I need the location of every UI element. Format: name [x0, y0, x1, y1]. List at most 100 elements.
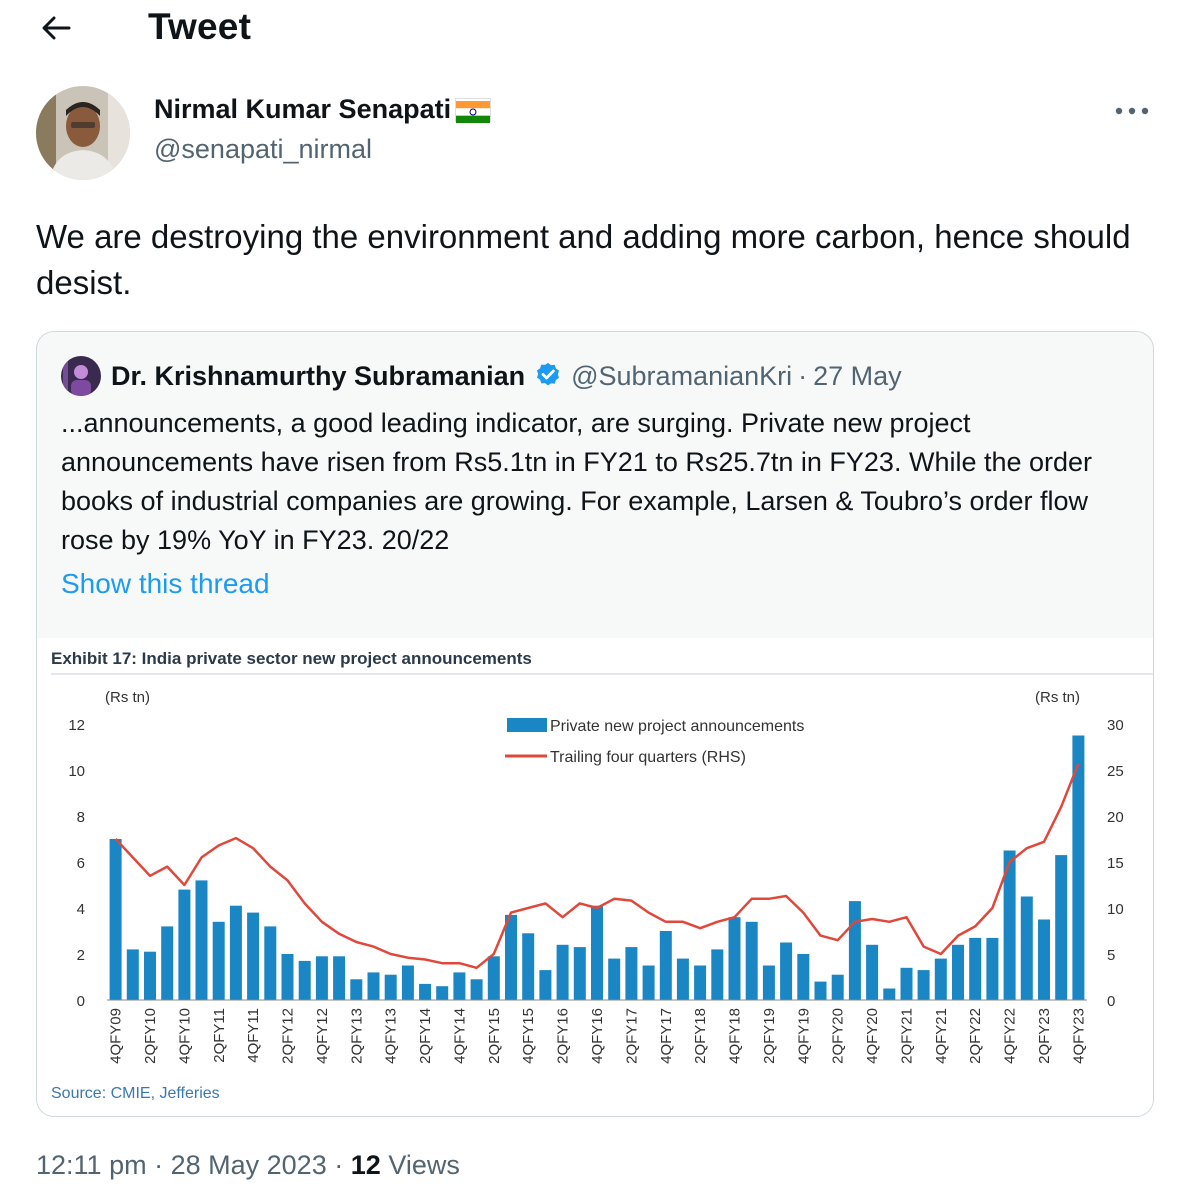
quote-header: Dr. Krishnamurthy Subramanian @Subramani… — [61, 354, 902, 398]
author-name[interactable]: Nirmal Kumar Senapati — [154, 94, 492, 125]
chart-bar — [247, 912, 260, 1000]
y2-tick-label: 0 — [1107, 993, 1115, 1010]
x-tick-label: 4QFY14 — [452, 1008, 469, 1064]
chart-bar — [831, 974, 844, 1000]
quote-author-name[interactable]: Dr. Krishnamurthy Subramanian — [111, 361, 525, 392]
chart-bar — [900, 967, 913, 1000]
chart-source: Source: CMIE, Jefferies — [51, 1085, 220, 1102]
chart-bar — [487, 956, 500, 1000]
back-button[interactable] — [36, 8, 76, 48]
chart-bar — [195, 880, 208, 1000]
chart-bar — [1020, 896, 1033, 1000]
chart-bar — [952, 944, 964, 1000]
right-axis-unit: (Rs tn) — [1035, 689, 1080, 706]
legend-bar-swatch — [507, 718, 547, 732]
chart-bar — [298, 960, 311, 1000]
chart-bar — [969, 937, 982, 1000]
arrow-left-icon — [42, 16, 71, 40]
quote-author-avatar[interactable] — [61, 356, 101, 396]
separator-dot: · — [798, 360, 808, 391]
more-options-button[interactable] — [1108, 96, 1156, 126]
chart-bar — [608, 958, 621, 1000]
chart-bar — [178, 889, 191, 1000]
chart-bar — [917, 970, 930, 1000]
y-tick-label: 4 — [77, 901, 85, 918]
quote-text: ...announcements, a good leading indicat… — [61, 408, 1093, 555]
chart-bar — [1038, 919, 1050, 1000]
chart-bar — [505, 914, 517, 1000]
x-tick-label: 2QFY22 — [967, 1008, 984, 1064]
chart-bar — [436, 986, 449, 1000]
tweet-time[interactable]: 12:11 pm — [36, 1150, 147, 1180]
chart-bar — [470, 979, 483, 1000]
quote-author-handle[interactable]: @SubramanianKri — [571, 361, 792, 392]
chart-image[interactable]: Exhibit 17: India private sector new pro… — [37, 638, 1153, 1116]
y-tick-label: 10 — [68, 763, 85, 780]
y-tick-label: 8 — [77, 809, 85, 826]
y2-tick-label: 30 — [1107, 717, 1124, 734]
left-axis-unit: (Rs tn) — [105, 689, 150, 706]
x-tick-label: 2QFY11 — [211, 1008, 228, 1063]
x-tick-label: 4QFY19 — [795, 1008, 812, 1064]
author-handle[interactable]: @senapati_nirmal — [154, 134, 372, 165]
chart-bar — [161, 926, 174, 1000]
tweet-date[interactable]: 28 May 2023 — [171, 1150, 327, 1180]
chart-bar — [419, 983, 432, 1000]
legend-bar-label: Private new project announcements — [550, 718, 804, 735]
x-tick-label: 4QFY18 — [727, 1008, 744, 1064]
y-tick-label: 0 — [77, 993, 85, 1010]
chart-bar — [1055, 855, 1068, 1000]
x-tick-label: 4QFY22 — [1002, 1008, 1019, 1064]
chart-bar — [333, 956, 346, 1000]
x-tick-label: 4QFY11 — [245, 1008, 262, 1063]
x-tick-label: 2QFY18 — [692, 1008, 709, 1064]
y2-tick-label: 5 — [1107, 947, 1115, 964]
tweet-text: We are destroying the environment and ad… — [36, 218, 1131, 301]
chart-bar — [453, 972, 466, 1000]
top-bar: Tweet — [0, 0, 1194, 56]
y2-tick-label: 25 — [1107, 763, 1124, 780]
x-tick-label: 4QFY13 — [383, 1008, 400, 1064]
chart-bar — [556, 944, 569, 1000]
y2-tick-label: 15 — [1107, 855, 1124, 872]
chart-bar — [212, 921, 225, 1000]
x-tick-label: 4QFY21 — [933, 1008, 950, 1064]
chart-bar — [591, 905, 603, 1000]
views-label: Views — [388, 1150, 460, 1180]
y-tick-label: 12 — [68, 717, 85, 734]
show-thread-link[interactable]: Show this thread — [61, 568, 270, 600]
x-tick-label: 2QFY12 — [280, 1008, 297, 1064]
x-tick-label: 2QFY13 — [348, 1008, 365, 1064]
x-tick-label: 4QFY20 — [864, 1008, 881, 1064]
chart-bar — [384, 974, 397, 1000]
chart-bar — [986, 937, 999, 1000]
chart-bar — [866, 944, 879, 1000]
chart-bar — [762, 965, 775, 1000]
india-flag-icon — [455, 97, 492, 123]
chart-bar — [229, 905, 242, 1000]
chart-bar — [144, 951, 156, 1000]
chart-bar — [126, 949, 139, 1000]
y-tick-label: 2 — [77, 947, 85, 964]
x-tick-label: 4QFY17 — [658, 1008, 675, 1064]
author-avatar[interactable] — [36, 86, 130, 180]
chart-bar — [728, 917, 741, 1000]
chart-bar — [883, 988, 896, 1000]
verified-badge-icon — [533, 361, 563, 391]
chart-bar — [711, 949, 724, 1000]
chart-bar — [539, 970, 552, 1000]
chart-bar — [109, 839, 122, 1000]
quote-date[interactable]: 27 May — [813, 361, 902, 392]
separator-dot: · — [154, 1150, 164, 1180]
page-title: Tweet — [148, 6, 252, 47]
legend-line-label: Trailing four quarters (RHS) — [550, 749, 746, 766]
tweet-meta: 12:11 pm · 28 May 2023 · 12 Views — [36, 1150, 460, 1181]
quoted-tweet[interactable]: Dr. Krishnamurthy Subramanian @Subramani… — [36, 331, 1154, 1117]
chart-bar — [797, 954, 810, 1000]
x-tick-label: 2QFY15 — [486, 1008, 503, 1064]
chart-bar — [676, 958, 689, 1000]
y2-tick-label: 20 — [1107, 809, 1124, 826]
chart-bar — [522, 933, 535, 1000]
chart-bar — [780, 942, 793, 1000]
chart-bar — [934, 958, 947, 1000]
